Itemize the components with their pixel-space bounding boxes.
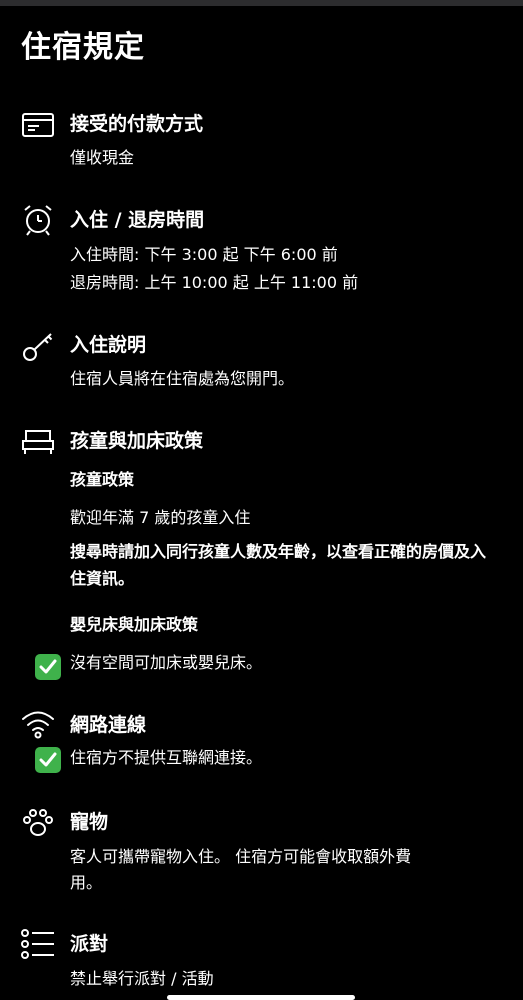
pets-section-title: 寵物 (70, 811, 109, 833)
checkout-time-text: 退房時間: 上午 10:00 起 上午 11:00 前 (70, 273, 359, 292)
paw-icon (21, 806, 55, 840)
list-icon (21, 927, 55, 961)
bed-icon (21, 424, 55, 458)
child-policy-heading: 孩童政策 (70, 470, 135, 489)
child-search-note: 搜尋時請加入同行孩童人數及年齡，以查看正確的房價及入住資訊。 (70, 542, 487, 588)
alarm-clock-icon (21, 203, 55, 237)
crib-policy-heading: 嬰兒床與加床政策 (70, 615, 199, 634)
internet-text: 住宿方不提供互聯網連接。 (70, 748, 263, 767)
instructions-text: 住宿人員將在住宿處為您開門。 (70, 369, 295, 388)
checkmark-icon (35, 747, 61, 773)
checkmark-icon (35, 654, 61, 680)
crib-policy-text: 沒有空間可加床或嬰兒床。 (70, 653, 263, 672)
children-section-title: 孩童與加床政策 (70, 430, 204, 452)
payment-method-text: 僅收現金 (70, 148, 135, 167)
internet-section-title: 網路連線 (70, 714, 147, 736)
parties-section-title: 派對 (70, 933, 109, 955)
pets-text: 客人可攜帶寵物入住。 住宿方可能會收取額外費用。 (70, 847, 412, 892)
checkin-time-text: 入住時間: 下午 3:00 起 下午 6:00 前 (70, 245, 338, 264)
instructions-section-title: 入住說明 (70, 334, 147, 356)
home-indicator[interactable] (167, 995, 355, 1000)
checkin-section-title: 入住 / 退房時間 (70, 209, 205, 231)
parties-text: 禁止舉行派對 / 活動 (70, 969, 214, 988)
key-icon (21, 330, 55, 364)
wifi-icon (21, 707, 55, 741)
child-policy-text: 歡迎年滿 7 歲的孩童入住 (70, 508, 251, 527)
page-title: 住宿規定 (21, 30, 145, 65)
status-bar-strip (0, 0, 523, 6)
credit-card-icon (21, 108, 55, 142)
payment-section-title: 接受的付款方式 (70, 113, 204, 135)
